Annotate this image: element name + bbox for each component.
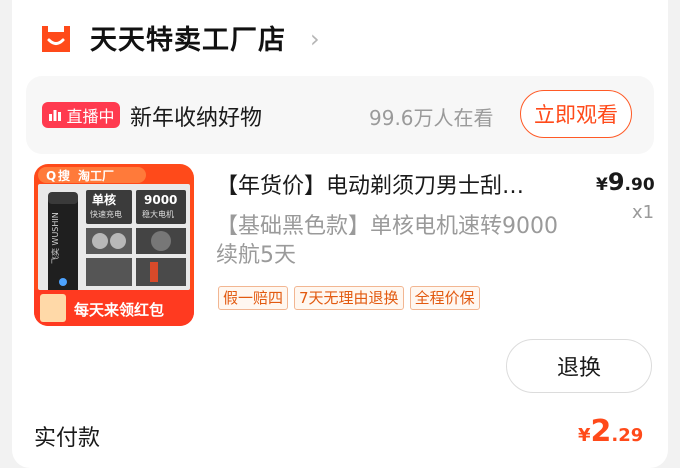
product-image[interactable]: Q 搜 淘工厂 飞奕 WUSHIN 单核 快速充电 9000 稳大电机 每天来领…	[34, 164, 194, 326]
live-banner[interactable]: 直播中 新年收纳好物 99.6万人在看 立即观看	[26, 76, 654, 154]
svg-text:Q: Q	[46, 169, 56, 183]
order-card: 天天特卖工厂店 › 直播中 新年收纳好物 99.6万人在看 立即观看 Q 搜 淘…	[12, 0, 668, 468]
image-core-sub: 快速充电	[90, 209, 122, 219]
tag-seven-day-return: 7天无理由退换	[294, 286, 404, 310]
live-badge: 直播中	[42, 102, 120, 128]
product-title[interactable]: 【年货价】电动剃须刀男士刮…	[216, 168, 576, 200]
image-rpm-label: 9000	[144, 193, 177, 207]
live-badge-label: 直播中	[66, 107, 115, 126]
tag-fake-compensation: 假一赔四	[218, 286, 289, 310]
image-brand-text: 飞奕 WUSHIN	[50, 212, 60, 264]
service-tags: 假一赔四 7天无理由退换 全程价保	[218, 286, 480, 310]
image-platform-label: 淘工厂	[78, 168, 114, 183]
image-search-label: 搜	[58, 168, 71, 183]
image-footer-text: 每天来领红包	[74, 301, 164, 319]
shop-name[interactable]: 天天特卖工厂店	[90, 18, 286, 57]
paid-amount-label: 实付款	[34, 426, 101, 451]
live-bars-icon	[49, 110, 62, 121]
image-core-label: 单核	[92, 192, 116, 207]
live-title: 新年收纳好物	[130, 106, 263, 131]
tag-price-protection: 全程价保	[409, 286, 480, 310]
product-price: ¥9.90	[596, 168, 655, 196]
chevron-right-icon[interactable]: ›	[310, 25, 320, 53]
refund-exchange-button[interactable]: 退换	[506, 339, 652, 393]
image-rpm-sub: 稳大电机	[142, 209, 174, 219]
product-sku: 【基础黑色款】单核电机速转9000续航5天	[216, 214, 558, 268]
live-viewer-count: 99.6万人在看	[369, 106, 494, 130]
shop-logo-icon	[42, 26, 70, 52]
watch-now-button[interactable]: 立即观看	[520, 90, 632, 138]
paid-amount-value: ¥2.29	[578, 414, 644, 449]
product-quantity: x1	[632, 202, 655, 223]
